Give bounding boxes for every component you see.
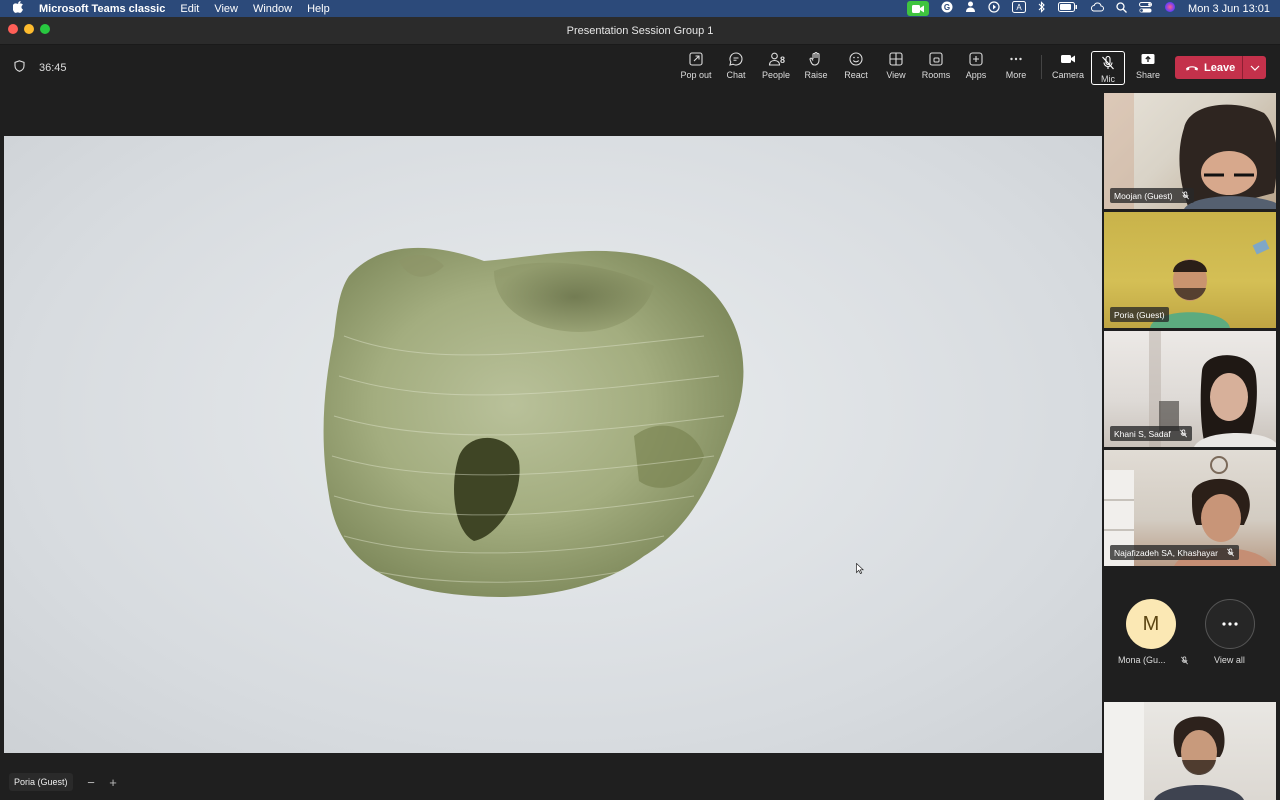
mac-menu-bar: Microsoft Teams classic Edit View Window… <box>0 0 1280 17</box>
participant-name-tag: Poria (Guest) <box>1110 307 1169 322</box>
chat-button[interactable]: Chat <box>716 51 756 85</box>
presenter-name-tag: Poria (Guest) <box>9 773 73 791</box>
more-button[interactable]: More <box>996 51 1036 85</box>
svg-text:A: A <box>1016 3 1022 12</box>
menu-help[interactable]: Help <box>307 3 330 15</box>
share-icon <box>1141 54 1155 64</box>
rooms-label: Rooms <box>921 70 951 80</box>
keyboard-a-icon[interactable]: A <box>1012 1 1027 16</box>
mic-off-icon <box>1226 548 1234 557</box>
people-count-badge: 8 <box>780 55 786 65</box>
leave-label: Leave <box>1204 61 1236 74</box>
menubar-clock[interactable]: Mon 3 Jun 13:01 <box>1188 3 1270 15</box>
menu-view[interactable]: View <box>214 3 238 15</box>
avatar-name: Mona (Gu... <box>1118 655 1166 665</box>
react-label: React <box>844 70 868 80</box>
shared-screen[interactable] <box>4 136 1102 753</box>
share-button[interactable]: Share <box>1128 51 1168 85</box>
chat-label: Chat <box>726 70 746 80</box>
participant-name: Poria (Guest) <box>1114 309 1165 320</box>
people-label: People <box>761 70 791 80</box>
rooms-button[interactable]: Rooms <box>916 51 956 85</box>
people-button[interactable]: 8 People <box>756 51 796 85</box>
phone-hang-up-icon <box>1186 65 1198 70</box>
mic-off-icon <box>1181 191 1189 200</box>
zoom-out-button[interactable]: − <box>87 775 95 790</box>
menu-app-name[interactable]: Microsoft Teams classic <box>39 3 165 15</box>
view-all-button[interactable] <box>1205 599 1255 649</box>
participant-tile[interactable]: Moojan (Guest) <box>1104 93 1276 209</box>
camera-label: Camera <box>1051 70 1084 80</box>
view-label: View <box>886 70 906 80</box>
react-icon <box>849 52 863 66</box>
participant-tile[interactable]: Najafizadeh SA, Khashayar <box>1104 450 1276 566</box>
mic-off-icon <box>1102 55 1114 70</box>
siri-icon[interactable] <box>1164 1 1176 16</box>
play-circle-icon[interactable] <box>988 1 1000 16</box>
camera-icon <box>1061 55 1075 63</box>
search-icon[interactable] <box>1116 1 1128 16</box>
menu-window[interactable]: Window <box>253 3 292 15</box>
svg-text:G: G <box>944 3 950 12</box>
leave-button[interactable]: Leave <box>1175 56 1266 79</box>
self-video <box>1104 702 1244 800</box>
view-button[interactable]: View <box>876 51 916 85</box>
person-icon[interactable] <box>965 1 976 16</box>
avatar[interactable]: M <box>1126 599 1176 649</box>
menu-edit[interactable]: Edit <box>180 3 199 15</box>
battery-icon[interactable] <box>1058 2 1078 15</box>
camera-button[interactable]: Camera <box>1048 51 1088 85</box>
more-icon <box>1222 622 1238 626</box>
rooms-icon <box>929 52 943 66</box>
chat-icon <box>729 52 743 66</box>
zoom-in-button[interactable]: + <box>109 775 117 790</box>
apple-menu-icon[interactable] <box>12 1 29 16</box>
participant-name-tag: Najafizadeh SA, Khashayar <box>1110 545 1239 560</box>
control-center-icon[interactable] <box>1139 1 1153 16</box>
cloud-icon[interactable] <box>1090 2 1105 15</box>
pop-out-icon <box>689 52 703 66</box>
3d-sculpture-image <box>323 247 744 597</box>
apps-button[interactable]: Apps <box>956 51 996 85</box>
shield-icon[interactable] <box>14 60 25 75</box>
bluetooth-icon[interactable] <box>1038 1 1046 16</box>
grammarly-icon[interactable]: G <box>941 1 953 16</box>
avatar-name-tag: Mona (Gu... <box>1118 655 1189 665</box>
participant-name-tag: Moojan (Guest) <box>1110 188 1194 203</box>
zoom-controls: − + <box>80 773 124 791</box>
apps-icon <box>969 52 983 66</box>
facetime-icon[interactable] <box>907 1 930 16</box>
participant-name-tag: Khani S, Sadaf <box>1110 426 1192 441</box>
mouse-cursor-icon <box>856 563 864 574</box>
more-icon <box>1010 57 1022 61</box>
toolbar-divider <box>1041 55 1042 79</box>
raise-label: Raise <box>804 70 828 80</box>
leave-options-chevron-icon[interactable] <box>1243 65 1266 71</box>
meeting-toolbar: 36:45 Pop out Chat 8 People Raise React … <box>0 45 1280 89</box>
pop-out-label: Pop out <box>680 70 712 80</box>
raise-hand-icon <box>809 51 820 66</box>
mic-label: Mic <box>1101 74 1115 84</box>
window-title-bar: Presentation Session Group 1 <box>0 17 1280 45</box>
self-view-tile[interactable] <box>1104 702 1276 800</box>
participant-name: Khani S, Sadaf <box>1114 428 1171 439</box>
meeting-timer: 36:45 <box>39 61 67 74</box>
participant-tile[interactable]: Khani S, Sadaf <box>1104 331 1276 447</box>
react-button[interactable]: React <box>836 51 876 85</box>
mic-button[interactable]: Mic <box>1091 51 1125 85</box>
view-all-label: View all <box>1214 655 1245 665</box>
apps-label: Apps <box>965 70 987 80</box>
more-label: More <box>1005 70 1027 80</box>
participant-name: Moojan (Guest) <box>1114 190 1173 201</box>
participant-tile[interactable]: Poria (Guest) <box>1104 212 1276 328</box>
window-title: Presentation Session Group 1 <box>566 25 714 37</box>
view-icon <box>889 52 903 66</box>
mic-off-icon <box>1180 656 1188 664</box>
raise-hand-button[interactable]: Raise <box>796 51 836 85</box>
pop-out-button[interactable]: Pop out <box>676 51 716 85</box>
mic-off-icon <box>1179 429 1187 438</box>
participant-name: Najafizadeh SA, Khashayar <box>1114 547 1218 558</box>
share-label: Share <box>1135 70 1161 80</box>
